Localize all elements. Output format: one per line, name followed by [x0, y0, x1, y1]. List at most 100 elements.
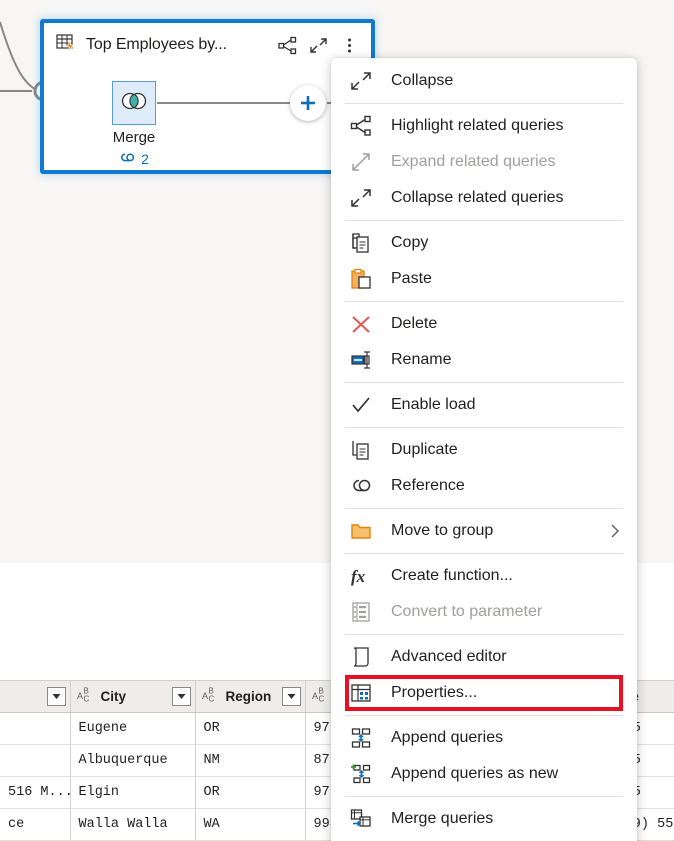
- merge-queries-icon: [345, 808, 377, 830]
- menu-item-copy[interactable]: Copy: [331, 225, 637, 261]
- table-cell[interactable]: OR: [195, 776, 305, 808]
- column-filter-button[interactable]: [47, 687, 66, 706]
- menu-item-reference[interactable]: Reference: [331, 468, 637, 504]
- menu-item-properties[interactable]: Properties...: [331, 675, 637, 711]
- svg-text:C: C: [83, 695, 89, 704]
- menu-separator: [345, 634, 623, 635]
- menu-item-label: Append queries as new: [391, 765, 637, 783]
- query-context-menu[interactable]: Collapse Highlight related queries Expan…: [331, 58, 637, 841]
- menu-item-label: Append queries: [391, 729, 637, 747]
- svg-text:C: C: [208, 695, 214, 704]
- menu-separator: [345, 553, 623, 554]
- menu-item-append-queries[interactable]: Append queries: [331, 720, 637, 756]
- linked-queries-icon: [119, 151, 136, 167]
- table-cell[interactable]: WA: [195, 808, 305, 840]
- table-cell[interactable]: Albuquerque: [70, 744, 195, 776]
- menu-item-label: Advanced editor: [391, 648, 637, 666]
- menu-item-append-queries-as-new[interactable]: Append queries as new: [331, 756, 637, 792]
- highlight-related-queries-icon[interactable]: [272, 30, 302, 60]
- append-queries-as-new-icon: [345, 763, 377, 785]
- menu-item-label: Copy: [391, 234, 637, 252]
- menu-separator: [345, 508, 623, 509]
- column-header[interactable]: [0, 681, 70, 712]
- menu-item-label: Delete: [391, 315, 637, 333]
- menu-item-label: Expand related queries: [391, 153, 637, 171]
- menu-item-duplicate[interactable]: Duplicate: [331, 432, 637, 468]
- menu-item-label: Properties...: [391, 684, 637, 702]
- menu-item-label: Create function...: [391, 567, 637, 585]
- menu-item-rename[interactable]: Rename: [331, 342, 637, 378]
- step-label-merge: Merge: [84, 129, 184, 146]
- properties-icon: [345, 682, 377, 704]
- chevron-right-icon: [609, 523, 621, 539]
- menu-item-highlight-related-queries[interactable]: Highlight related queries: [331, 108, 637, 144]
- column-filter-button[interactable]: [172, 687, 191, 706]
- menu-item-collapse-related-queries[interactable]: Collapse related queries: [331, 180, 637, 216]
- table-cell[interactable]: [0, 744, 70, 776]
- step-node-merge[interactable]: [112, 81, 156, 125]
- menu-item-label: Collapse: [391, 72, 637, 90]
- query-card-header: Top Employees by...: [44, 23, 371, 67]
- duplicate-icon: [345, 439, 377, 461]
- query-card-body: Merge 2: [44, 67, 371, 174]
- table-cell[interactable]: 516 M...: [0, 776, 70, 808]
- menu-item-paste[interactable]: Paste: [331, 261, 637, 297]
- menu-separator: [345, 220, 623, 221]
- text-type-icon: ABC: [202, 686, 220, 706]
- collapse-arrows-icon: [345, 187, 377, 209]
- append-queries-icon: [345, 727, 377, 749]
- menu-item-merge-queries-as-new[interactable]: Merge queries as new: [331, 837, 637, 841]
- column-header-label: City: [101, 689, 168, 704]
- step-connector-line: [157, 102, 290, 104]
- menu-separator: [345, 382, 623, 383]
- svg-text:fx: fx: [351, 567, 366, 586]
- menu-item-label: Move to group: [391, 522, 609, 540]
- parameter-icon: [345, 601, 377, 623]
- menu-item-collapse[interactable]: Collapse: [331, 63, 637, 99]
- menu-item-enable-load[interactable]: Enable load: [331, 387, 637, 423]
- column-header-region[interactable]: ABC Region: [195, 681, 305, 712]
- copy-icon: [345, 232, 377, 254]
- column-filter-button[interactable]: [282, 687, 301, 706]
- menu-item-label: Paste: [391, 270, 637, 288]
- collapse-icon[interactable]: [303, 30, 333, 60]
- fx-icon: fx: [345, 565, 377, 587]
- table-cell[interactable]: [0, 712, 70, 744]
- add-step-button[interactable]: [290, 85, 326, 121]
- menu-separator: [345, 715, 623, 716]
- table-cell[interactable]: NM: [195, 744, 305, 776]
- power-query-diagram-view: Top Employees by...: [0, 0, 674, 841]
- menu-item-delete[interactable]: Delete: [331, 306, 637, 342]
- expand-arrows-icon: [345, 151, 377, 173]
- table-cell[interactable]: Elgin: [70, 776, 195, 808]
- column-header-city[interactable]: ABCCity: [70, 681, 195, 712]
- menu-item-convert-to-parameter: Convert to parameter: [331, 594, 637, 630]
- table-cell[interactable]: ce: [0, 808, 70, 840]
- menu-item-move-to-group[interactable]: Move to group: [331, 513, 637, 549]
- menu-separator: [345, 796, 623, 797]
- svg-text:A: A: [312, 691, 318, 701]
- query-card[interactable]: Top Employees by...: [40, 19, 375, 174]
- menu-item-merge-queries[interactable]: Merge queries: [331, 801, 637, 837]
- menu-item-advanced-editor[interactable]: Advanced editor: [331, 639, 637, 675]
- menu-separator: [345, 427, 623, 428]
- merge-venn-icon: [120, 91, 148, 116]
- column-header-label: Region: [226, 689, 278, 704]
- table-lightning-icon: [55, 32, 77, 59]
- plus-icon: [299, 94, 317, 112]
- svg-text:C: C: [318, 695, 324, 704]
- table-cell[interactable]: Eugene: [70, 712, 195, 744]
- menu-item-label: Reference: [391, 477, 637, 495]
- menu-item-label: Collapse related queries: [391, 189, 637, 207]
- menu-item-label: Convert to parameter: [391, 603, 637, 621]
- menu-item-create-function[interactable]: fx Create function...: [331, 558, 637, 594]
- menu-item-label: Highlight related queries: [391, 117, 637, 135]
- advanced-editor-icon: [345, 646, 377, 668]
- linked-queries-badge[interactable]: 2: [84, 151, 184, 167]
- query-card-title: Top Employees by...: [86, 36, 227, 54]
- table-cell[interactable]: OR: [195, 712, 305, 744]
- more-options-icon[interactable]: [334, 30, 364, 60]
- svg-text:A: A: [77, 691, 83, 701]
- folder-icon: [345, 520, 377, 542]
- table-cell[interactable]: Walla Walla: [70, 808, 195, 840]
